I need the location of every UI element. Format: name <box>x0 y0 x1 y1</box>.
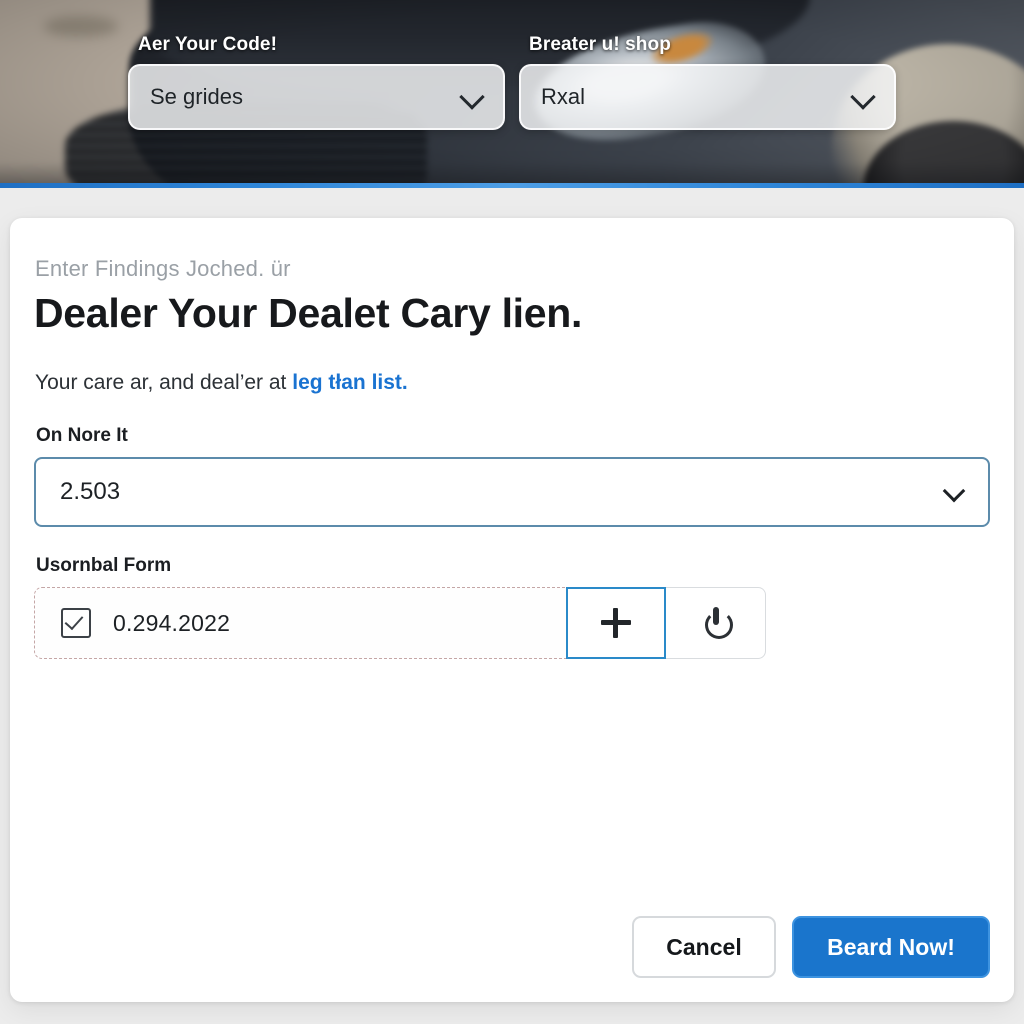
content-card: Enter Findings Joched. ür Dealer Your De… <box>10 218 1014 1002</box>
cancel-button[interactable]: Cancel <box>632 916 776 978</box>
page-title: Dealer Your Dealet Cary lien. <box>34 290 583 336</box>
hero-bottom-rule <box>0 183 1024 188</box>
hero-select-2[interactable]: Rxal <box>519 64 896 130</box>
hero-banner: Aer Your Code! Se grides Breater u! shop… <box>0 0 1024 188</box>
card-subtitle-link[interactable]: leg tłan list. <box>292 371 408 394</box>
select-input[interactable]: 2.503 <box>34 457 990 528</box>
hero-select-2-value: Rxal <box>541 84 586 109</box>
hero-select-1-value: Se grides <box>150 84 243 109</box>
app-root: Aer Your Code! Se grides Breater u! shop… <box>0 0 1024 1024</box>
card-eyebrow: Enter Findings Joched. ür <box>35 256 291 281</box>
card-footer: Cancel Beard Now! <box>632 916 990 978</box>
submit-button[interactable]: Beard Now! <box>792 916 990 978</box>
combo-field-row: 0.294.2022 <box>34 587 766 660</box>
card-subtitle: Your care ar, and deal’er at leg tłan li… <box>35 371 990 395</box>
combo-text-input[interactable]: 0.294.2022 <box>34 587 566 660</box>
hero-field-2: Breater u! shop Rxal <box>519 34 896 130</box>
hero-field-2-label: Breater u! shop <box>529 34 671 55</box>
select-field-label: On Nore It <box>36 425 128 447</box>
checked-checkbox-icon[interactable] <box>61 608 91 639</box>
power-button[interactable] <box>666 587 766 660</box>
hero-field-1: Aer Your Code! Se grides <box>128 34 505 130</box>
hero-form-row: Aer Your Code! Se grides Breater u! shop… <box>0 34 1024 130</box>
chevron-down-icon <box>850 84 876 110</box>
power-icon <box>703 607 733 640</box>
add-button[interactable] <box>566 587 666 660</box>
combo-input-value: 0.294.2022 <box>113 609 231 636</box>
card-subtitle-text: Your care ar, and deal’er at <box>35 371 293 395</box>
select-input-value: 2.503 <box>60 478 121 506</box>
combo-field-label: Usornbal Form <box>36 555 172 577</box>
chevron-down-icon <box>459 84 485 110</box>
hero-field-1-label: Aer Your Code! <box>138 34 277 55</box>
plus-icon <box>601 608 631 639</box>
chevron-down-icon <box>942 479 966 503</box>
hero-select-1[interactable]: Se grides <box>128 64 505 130</box>
